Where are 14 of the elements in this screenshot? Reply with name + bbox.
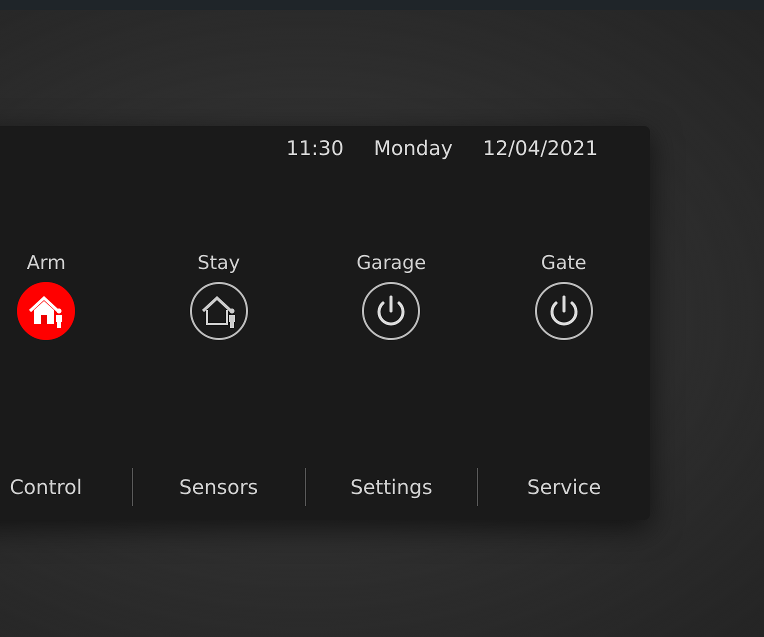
nav-tab[interactable]: Service	[478, 469, 650, 505]
date-text: 12/04/2021	[482, 136, 598, 160]
house-button[interactable]	[190, 282, 248, 340]
nav-tab[interactable]: Settings	[306, 469, 478, 505]
nav-tab[interactable]: Control	[0, 469, 132, 505]
mode-label: Garage	[356, 252, 426, 274]
nav-tab[interactable]: Sensors	[132, 469, 304, 505]
time-text: 11:30	[286, 136, 344, 160]
mode-label: Stay	[198, 252, 240, 274]
mode-label: Gate	[540, 252, 586, 274]
mode-label: Arm	[26, 252, 66, 274]
power-button[interactable]	[362, 282, 420, 340]
power-button[interactable]	[534, 282, 593, 340]
day-text: Monday	[374, 136, 453, 160]
